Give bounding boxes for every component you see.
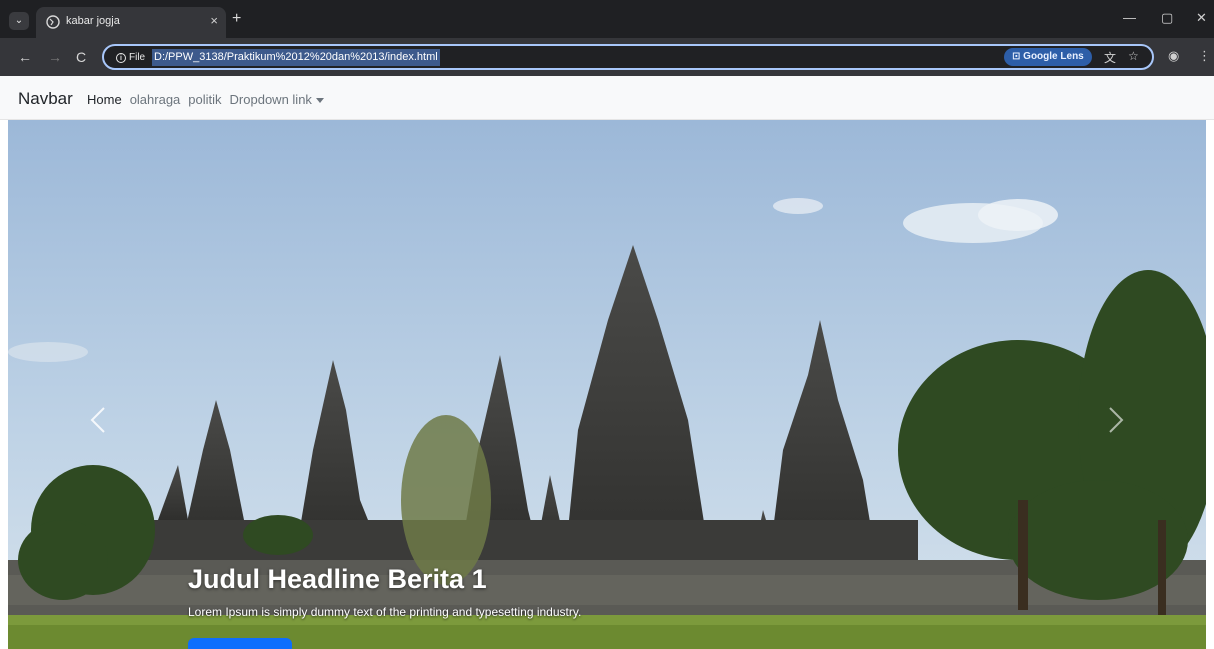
translate-icon[interactable]: 文 bbox=[1104, 49, 1116, 66]
lens-label: Google Lens bbox=[1023, 51, 1084, 62]
minimize-button[interactable]: — bbox=[1123, 10, 1136, 25]
caret-down-icon bbox=[315, 98, 324, 104]
url-text[interactable]: D:/PPW_3138/Praktikum%2012%20dan%2013/in… bbox=[152, 49, 440, 66]
carousel-caption: Judul Headline Berita 1 Lorem Ipsum is s… bbox=[188, 564, 581, 619]
nav-link-olahraga[interactable]: olahraga bbox=[130, 92, 181, 107]
globe-icon bbox=[46, 15, 60, 29]
tab-title: kabar jogja bbox=[66, 15, 120, 27]
caption-text: Lorem Ipsum is simply dummy text of the … bbox=[188, 605, 582, 619]
address-bar[interactable]: i File D:/PPW_3138/Praktikum%2012%20dan%… bbox=[102, 44, 1154, 70]
forward-button[interactable]: → bbox=[48, 49, 62, 65]
star-icon[interactable]: ☆ bbox=[1128, 49, 1139, 63]
browser-tab[interactable]: kabar jogja × bbox=[36, 7, 226, 38]
window-close-button[interactable]: ✕ bbox=[1196, 10, 1207, 26]
caption-button[interactable] bbox=[188, 638, 292, 649]
browser-toolbar: ← → C i File D:/PPW_3138/Praktikum%2012%… bbox=[0, 38, 1214, 76]
carousel-next-icon[interactable] bbox=[1096, 390, 1136, 450]
lens-icon: ⊡ bbox=[1012, 51, 1021, 62]
nav-link-home[interactable]: Home bbox=[87, 92, 122, 107]
reload-button[interactable]: C bbox=[76, 49, 86, 65]
nav-links: Home olahraga politik Dropdown link bbox=[87, 92, 324, 107]
dropdown-label: Dropdown link bbox=[229, 92, 312, 107]
browser-chrome: ⌄ kabar jogja × + — ▢ ✕ ← → C i File D:/… bbox=[0, 0, 1214, 76]
site-navbar: Navbar Home olahraga politik Dropdown li… bbox=[0, 76, 1214, 120]
tab-search-button[interactable]: ⌄ bbox=[9, 12, 29, 30]
hero-carousel: Judul Headline Berita 1 Lorem Ipsum is s… bbox=[8, 120, 1206, 649]
caption-title: Judul Headline Berita 1 bbox=[188, 564, 487, 594]
nav-link-dropdown[interactable]: Dropdown link bbox=[230, 92, 324, 107]
navbar-brand[interactable]: Navbar bbox=[18, 89, 73, 109]
new-tab-button[interactable]: + bbox=[232, 10, 241, 28]
info-icon: i bbox=[116, 52, 126, 63]
tab-strip: ⌄ kabar jogja × + — ▢ ✕ bbox=[0, 0, 1214, 38]
kebab-menu-icon[interactable]: ⋮ bbox=[1198, 48, 1211, 64]
tab-close-icon[interactable]: × bbox=[210, 13, 218, 28]
nav-link-politik[interactable]: politik bbox=[188, 92, 221, 107]
restore-button[interactable]: ▢ bbox=[1161, 10, 1173, 26]
profile-icon[interactable]: ◉ bbox=[1168, 48, 1179, 64]
carousel-prev-icon[interactable] bbox=[78, 390, 118, 450]
site-info-label: File bbox=[129, 52, 146, 63]
site-info-chip[interactable]: i File bbox=[110, 49, 151, 66]
back-button[interactable]: ← bbox=[18, 49, 32, 65]
google-lens-button[interactable]: ⊡ Google Lens bbox=[1004, 48, 1092, 66]
